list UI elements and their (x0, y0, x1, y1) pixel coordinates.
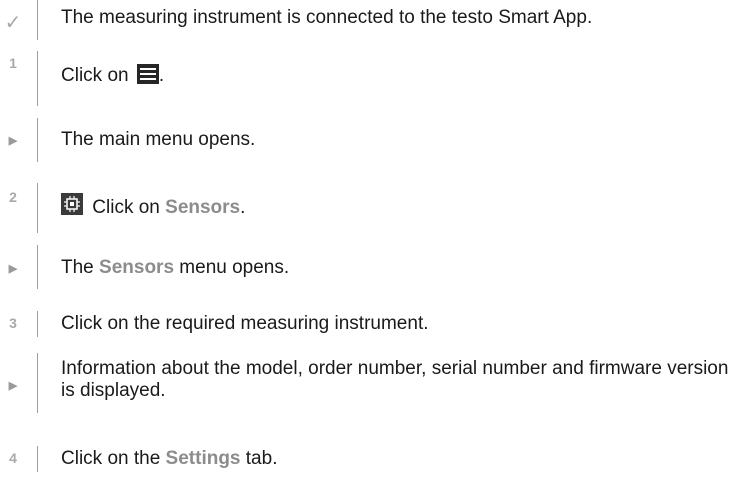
step-text: Click on . (61, 64, 164, 88)
step-text: The main menu opens. (61, 129, 256, 150)
step-number: 2 (9, 189, 17, 205)
step-divider (37, 118, 38, 162)
step-divider (37, 245, 38, 289)
step-divider (37, 446, 38, 472)
step-divider (37, 311, 38, 337)
step-text-before: Click on (61, 65, 134, 86)
step-number: 3 (9, 315, 17, 331)
step-number: 4 (9, 450, 17, 466)
result-arrow-icon: ▶ (8, 135, 18, 147)
result-arrow-icon: ▶ (8, 380, 18, 392)
step-text: Click on the Settings tab. (61, 447, 277, 471)
result-arrow-icon: ▶ (8, 263, 18, 275)
sensors-highlight: Sensors (99, 257, 175, 278)
step-divider (37, 353, 38, 413)
step-text-after: . (240, 197, 246, 218)
step-divider (37, 183, 38, 233)
step-text-after: . (158, 65, 165, 86)
step-text: The Sensors menu opens. (61, 256, 289, 280)
sensors-highlight: Sensors (165, 197, 241, 218)
step-divider (37, 0, 38, 40)
step-text-after: menu opens. (174, 257, 290, 278)
step-text-before: Click on the (61, 448, 166, 469)
step-text-before: The (61, 257, 100, 278)
settings-highlight: Settings (165, 448, 241, 469)
sensor-chip-icon (61, 193, 83, 215)
menu-icon (136, 64, 159, 84)
checkmark-icon: ✓ (4, 12, 22, 34)
step-divider (37, 51, 38, 106)
step-number: 1 (9, 55, 17, 71)
step-text: The measuring instrument is connected to… (61, 7, 593, 28)
step-text: Click on Sensors. (61, 193, 245, 220)
step-text: Information about the model, order numbe… (61, 358, 729, 401)
step-text-before: Click on (87, 197, 166, 218)
step-text: Click on the required measuring instrume… (61, 313, 429, 334)
step-text-after: tab. (240, 448, 278, 469)
